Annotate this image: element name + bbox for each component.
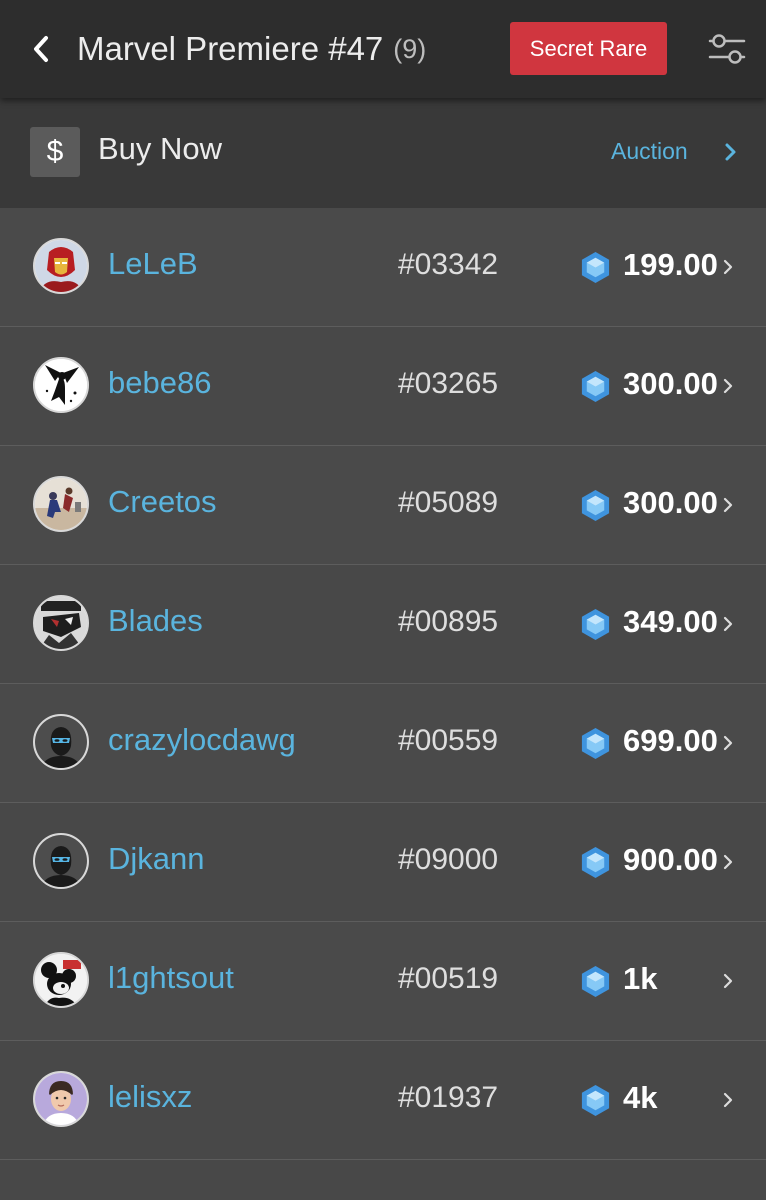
cartoon-mouse-avatar: [35, 954, 87, 1006]
chevron-right-icon: [723, 497, 733, 513]
listing-row[interactable]: bebe86 #03265 300.00: [0, 327, 766, 446]
comic-character-avatar: [35, 597, 87, 649]
serial-number: #00519: [398, 962, 499, 995]
avatar: [33, 357, 89, 413]
seller-username[interactable]: crazylocdawg: [108, 722, 296, 758]
price: 699.00: [623, 723, 718, 758]
masked-default-avatar: [35, 835, 87, 887]
avatar: [33, 714, 89, 770]
gem-icon: [581, 1084, 610, 1117]
price: 900.00: [623, 842, 718, 877]
chevron-right-icon: [723, 378, 733, 394]
seller-username[interactable]: Creetos: [108, 484, 217, 520]
price: 300.00: [623, 366, 718, 401]
gem-icon: [581, 727, 610, 760]
seller-username[interactable]: lelisxz: [108, 1079, 192, 1115]
serial-number: #03265: [398, 367, 499, 400]
price: 199.00: [623, 247, 718, 282]
gem-icon: [581, 489, 610, 522]
listing-list: LeLeB #03342 199.00 bebe86 #03265 300.00…: [0, 208, 766, 1160]
listing-row[interactable]: lelisxz #01937 4k: [0, 1041, 766, 1160]
avatar: [33, 595, 89, 651]
chevron-left-icon: [34, 36, 48, 62]
chevron-right-icon: [723, 854, 733, 870]
price: 4k: [623, 1080, 658, 1115]
avatar: [33, 833, 89, 889]
rarity-button[interactable]: Secret Rare: [510, 22, 667, 75]
iron-man-avatar: [35, 240, 87, 292]
chevron-right-icon: [723, 616, 733, 632]
serial-number: #01937: [398, 1081, 499, 1114]
back-button[interactable]: [26, 28, 56, 70]
sliders-icon: [708, 34, 746, 64]
seller-username[interactable]: l1ghtsout: [108, 960, 234, 996]
seller-username[interactable]: Blades: [108, 603, 203, 639]
gem-icon: [581, 965, 610, 998]
gem-icon: [581, 608, 610, 641]
seller-username[interactable]: LeLeB: [108, 246, 198, 282]
chevron-right-icon: [723, 259, 733, 275]
listing-row[interactable]: l1ghtsout #00519 1k: [0, 922, 766, 1041]
price: 300.00: [623, 485, 718, 520]
price: 349.00: [623, 604, 718, 639]
serial-number: #03342: [398, 248, 499, 281]
listing-row[interactable]: Creetos #05089 300.00: [0, 446, 766, 565]
gem-icon: [581, 846, 610, 879]
chevron-right-icon: [723, 973, 733, 989]
portrait-avatar: [35, 1073, 87, 1125]
price: 1k: [623, 961, 658, 996]
serial-number: #09000: [398, 843, 499, 876]
seller-username[interactable]: bebe86: [108, 365, 211, 401]
avatar: [33, 1071, 89, 1127]
serial-number: #05089: [398, 486, 499, 519]
listing-type-bar: $ Buy Now Auction: [0, 98, 766, 208]
serial-number: #00559: [398, 724, 499, 757]
masked-default-avatar: [35, 716, 87, 768]
list-end-space: [0, 1160, 766, 1200]
gem-icon: [581, 370, 610, 403]
seller-username[interactable]: Djkann: [108, 841, 205, 877]
serial-number: #00895: [398, 605, 499, 638]
avatar: [33, 476, 89, 532]
set-title: Marvel Premiere #47: [77, 30, 384, 67]
listing-count: (9): [393, 33, 427, 64]
listing-row[interactable]: crazylocdawg #00559 699.00: [0, 684, 766, 803]
chevron-right-icon: [723, 1092, 733, 1108]
avatar: [33, 238, 89, 294]
fairy-silhouette-avatar: [35, 359, 87, 411]
listing-row[interactable]: Blades #00895 349.00: [0, 565, 766, 684]
auction-link[interactable]: Auction: [611, 138, 688, 165]
listing-row[interactable]: LeLeB #03342 199.00: [0, 208, 766, 327]
top-bar: Marvel Premiere #47 (9) Secret Rare: [0, 0, 766, 98]
dollar-icon: $: [30, 127, 80, 177]
buy-now-label: Buy Now: [98, 131, 223, 166]
action-scene-avatar: [35, 478, 87, 530]
chevron-right-icon[interactable]: [722, 141, 738, 163]
avatar: [33, 952, 89, 1008]
gem-icon: [581, 251, 610, 284]
chevron-right-icon: [723, 735, 733, 751]
listing-row[interactable]: Djkann #09000 900.00: [0, 803, 766, 922]
filter-button[interactable]: [704, 28, 750, 70]
page-title: Marvel Premiere #47 (9): [77, 28, 426, 70]
